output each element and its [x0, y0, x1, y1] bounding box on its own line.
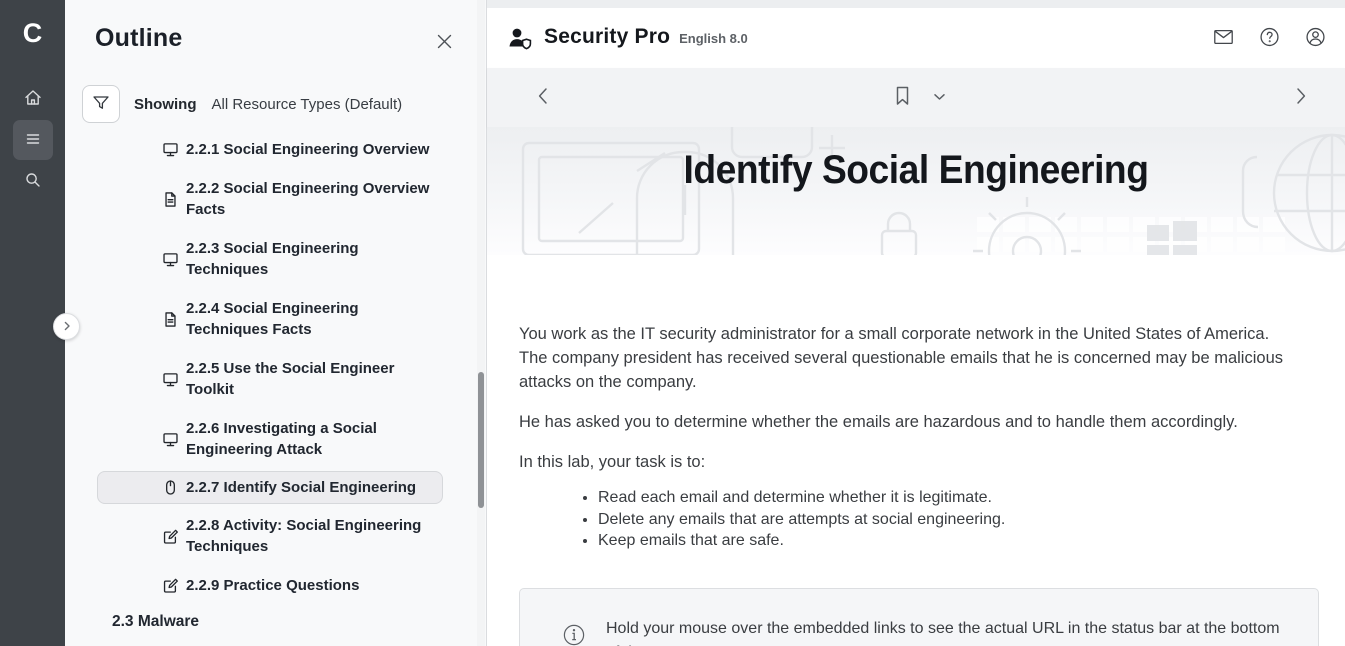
resource-filter-row: Showing All Resource Types (Default)	[82, 85, 486, 123]
outline-panel-title: Outline	[95, 24, 183, 53]
account-button[interactable]	[1302, 24, 1329, 53]
chevron-down-icon	[933, 90, 946, 105]
outline-item-label: 2.2.1 Social Engineering Overview	[186, 139, 429, 160]
outline-item-2-2-4[interactable]: 2.2.4 Social Engineering Techniques Fact…	[97, 297, 443, 341]
product-header: Security Pro English 8.0	[487, 8, 1345, 68]
labsim-app-window: C Outline Showing All Resource Types (D	[0, 0, 1345, 646]
previous-lesson-button[interactable]	[531, 81, 555, 114]
content-area: Security Pro English 8.0	[486, 0, 1345, 646]
header-actions	[1210, 24, 1329, 53]
product-brand: Security Pro English 8.0	[507, 25, 748, 51]
outline-item-label: 2.2.7 Identify Social Engineering	[186, 477, 416, 498]
task-item: Read each email and determine whether it…	[598, 487, 1318, 509]
task-item: Keep emails that are safe.	[598, 530, 1318, 552]
info-circle-icon	[562, 623, 586, 646]
chevron-right-icon	[1293, 85, 1309, 110]
outline-section-2-3[interactable]: 2.3 Malware	[97, 613, 443, 631]
activity-edit-icon	[161, 527, 179, 545]
outline-item-2-2-1[interactable]: 2.2.1 Social Engineering Overview	[97, 138, 443, 161]
outline-item-2-2-7-selected[interactable]: 2.2.7 Identify Social Engineering	[97, 471, 443, 504]
panel-expand-button[interactable]	[53, 313, 80, 340]
filter-funnel-icon	[91, 93, 111, 116]
outline-item-2-2-3[interactable]: 2.2.3 Social Engineering Techniques	[97, 237, 443, 281]
security-pro-logo-icon	[507, 25, 534, 51]
presentation-icon	[161, 250, 179, 268]
top-strip	[487, 0, 1345, 8]
help-button[interactable]	[1256, 24, 1283, 53]
task-list: Read each email and determine whether it…	[598, 487, 1318, 552]
account-icon	[1304, 26, 1327, 51]
outline-panel-header: Outline	[65, 0, 486, 60]
lesson-navigation-bar	[487, 68, 1345, 127]
mail-icon	[1212, 26, 1235, 51]
help-icon	[1258, 26, 1281, 51]
filter-showing-label: Showing	[134, 96, 197, 113]
outline-scrollbar-thumb[interactable]	[478, 372, 484, 508]
outline-item-label: 2.2.8 Activity: Social Engineering Techn…	[186, 515, 436, 557]
lesson-body: You work as the IT security administrato…	[487, 255, 1345, 646]
search-icon	[23, 170, 43, 193]
presentation-icon	[161, 141, 179, 159]
document-icon	[161, 190, 179, 208]
outline-panel: Outline Showing All Resource Types (Defa…	[65, 0, 486, 646]
outline-item-2-2-5[interactable]: 2.2.5 Use the Social Engineer Toolkit	[97, 357, 443, 401]
filter-value: All Resource Types (Default)	[212, 96, 403, 113]
instruction-paragraph: He has asked you to determine whether th…	[519, 410, 1301, 434]
app-logo[interactable]: C	[0, 0, 65, 66]
outline-item-2-2-6[interactable]: 2.2.6 Investigating a Social Engineering…	[97, 417, 443, 461]
outline-item-label: 2.2.4 Social Engineering Techniques Fact…	[186, 298, 436, 340]
bookmark-button[interactable]	[890, 81, 915, 114]
lab-mouse-icon	[161, 479, 179, 497]
outline-scrollbar-track[interactable]	[477, 0, 485, 646]
outline-menu-icon	[23, 129, 43, 152]
close-icon	[435, 39, 454, 54]
activity-edit-icon	[161, 577, 179, 595]
product-title: Security Pro	[544, 25, 670, 49]
chevron-right-icon	[62, 319, 72, 334]
outline-item-label: 2.2.5 Use the Social Engineer Toolkit	[186, 358, 436, 400]
product-edition: English 8.0	[679, 31, 748, 46]
presentation-icon	[161, 430, 179, 448]
search-button[interactable]	[13, 161, 53, 201]
outline-item-2-2-8[interactable]: 2.2.8 Activity: Social Engineering Techn…	[97, 514, 443, 558]
outline-item-2-2-9[interactable]: 2.2.9 Practice Questions	[97, 574, 443, 597]
home-button[interactable]	[13, 79, 53, 119]
outline-close-button[interactable]	[429, 26, 460, 60]
presentation-icon	[161, 370, 179, 388]
info-note-text: Hold your mouse over the embedded links …	[606, 617, 1282, 646]
outline-item-label: 2.2.3 Social Engineering Techniques	[186, 238, 436, 280]
task-intro-paragraph: In this lab, your task is to:	[519, 450, 1301, 474]
outline-item-label: 2.2.9 Practice Questions	[186, 575, 359, 596]
chevron-left-icon	[535, 85, 551, 110]
task-item: Delete any emails that are attempts at s…	[598, 509, 1318, 531]
next-lesson-button[interactable]	[1289, 81, 1313, 114]
bookmark-controls	[890, 81, 950, 114]
messages-button[interactable]	[1210, 24, 1237, 53]
outline-item-label: 2.2.2 Social Engineering Overview Facts	[186, 178, 436, 220]
home-icon	[23, 88, 43, 111]
document-icon	[161, 310, 179, 328]
bookmark-menu-button[interactable]	[929, 86, 950, 109]
outline-item-2-2-2[interactable]: 2.2.2 Social Engineering Overview Facts	[97, 177, 443, 221]
scenario-paragraph: You work as the IT security administrato…	[519, 322, 1301, 394]
outline-item-label: 2.2.6 Investigating a Social Engineering…	[186, 418, 436, 460]
info-note-box: Hold your mouse over the embedded links …	[519, 588, 1319, 646]
lesson-title-banner: Identify Social Engineering	[487, 127, 1345, 255]
bookmark-icon	[894, 85, 911, 110]
outline-menu-button[interactable]	[13, 120, 53, 160]
filter-button[interactable]	[82, 85, 120, 123]
outline-list: 2.2.1 Social Engineering Overview 2.2.2 …	[65, 138, 486, 646]
lesson-title: Identify Social Engineering	[517, 127, 1315, 193]
